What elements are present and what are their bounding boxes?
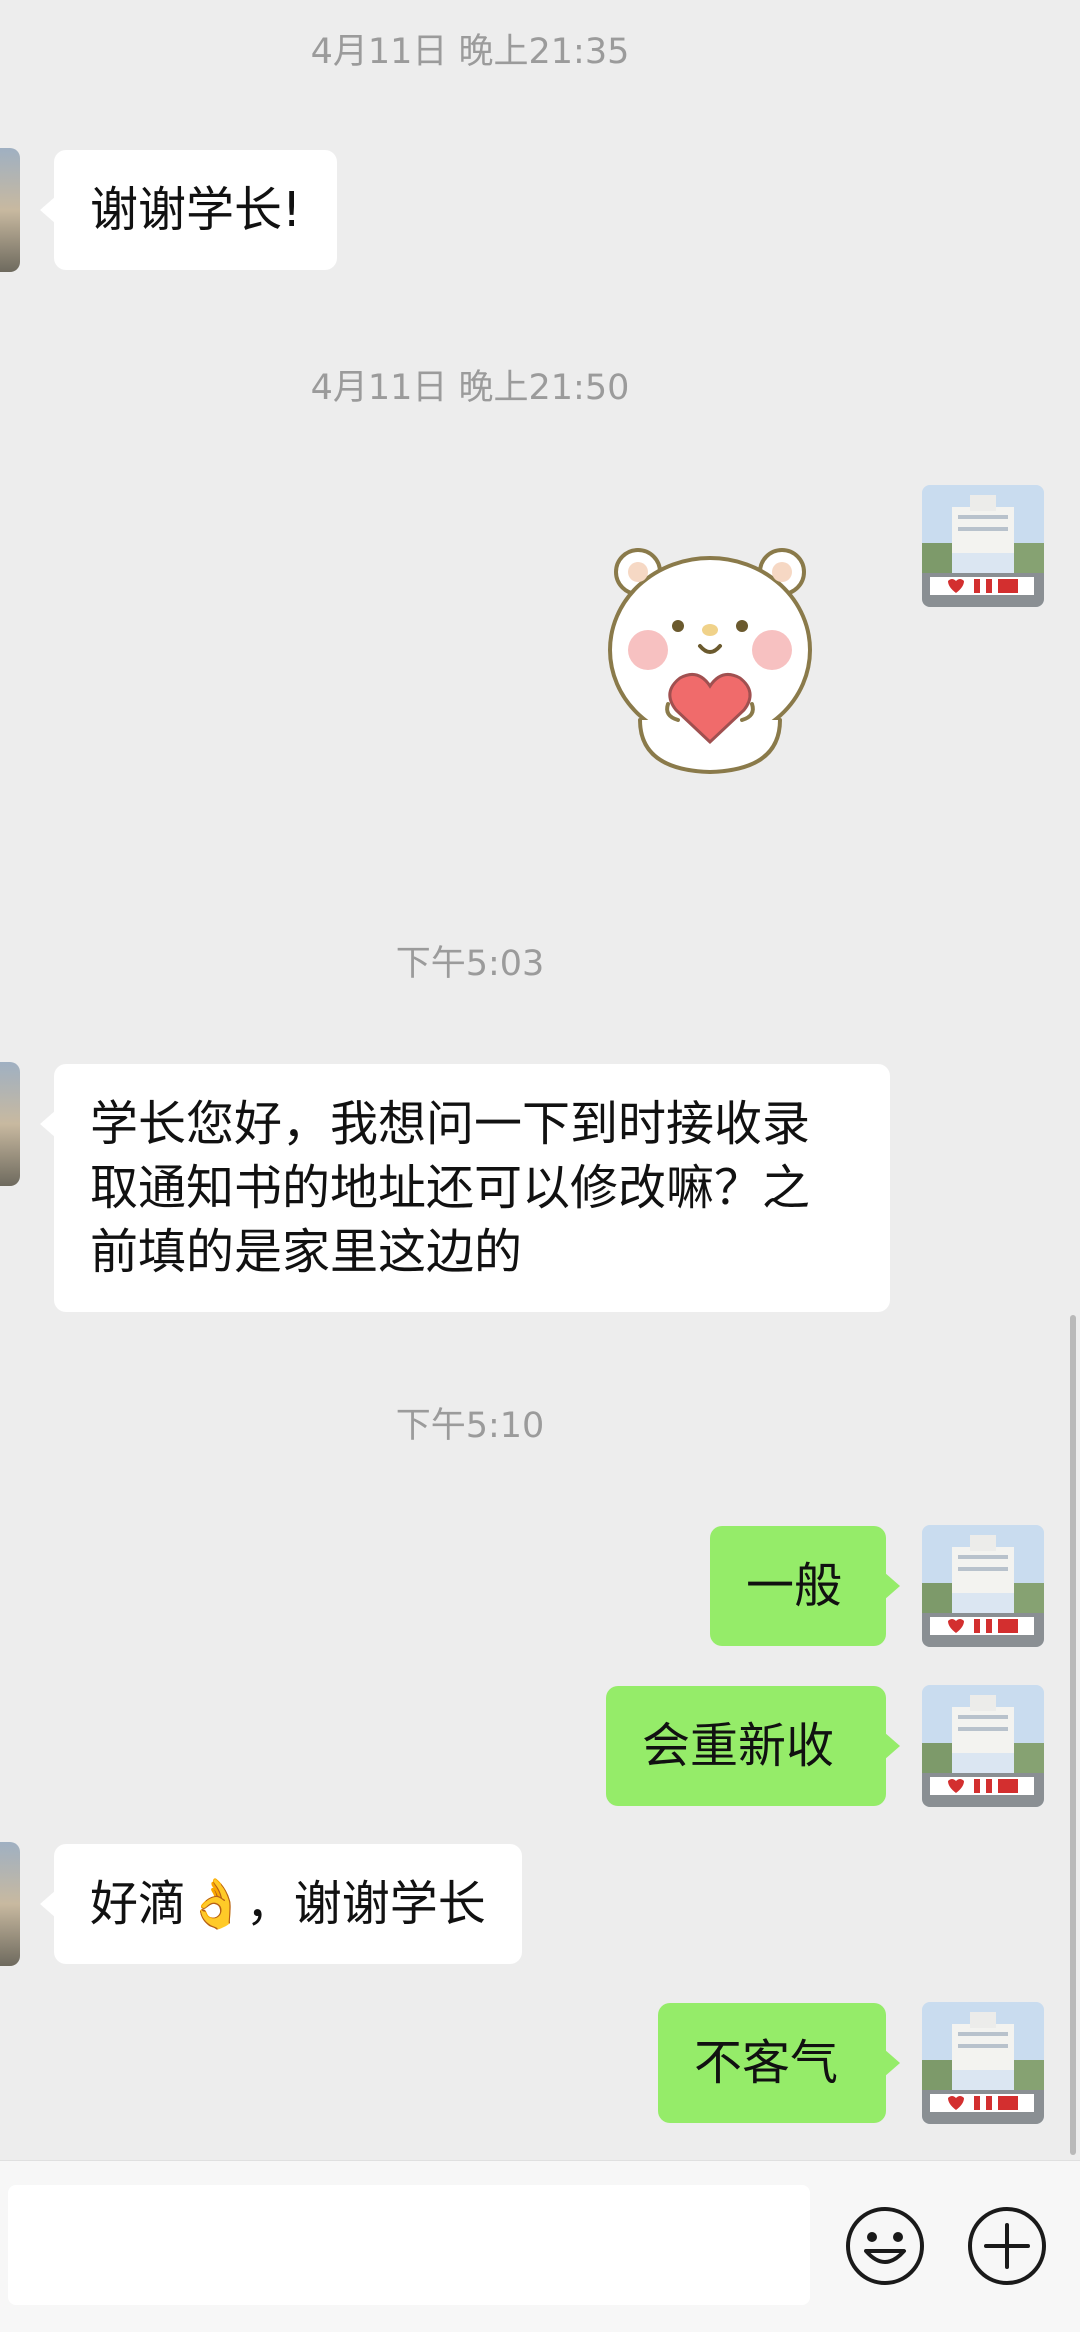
emoji-button[interactable]: [844, 2205, 926, 2287]
message-text-tail: ，谢谢学长: [245, 1876, 486, 1932]
building-photo-icon: [922, 1525, 1044, 1647]
incoming-message[interactable]: 好滴👌，谢谢学长: [40, 1844, 522, 1964]
input-bar: [0, 2160, 1080, 2332]
contact-avatar[interactable]: [0, 1062, 20, 1186]
timestamp: 下午5:03: [395, 944, 545, 984]
my-avatar[interactable]: [922, 2002, 1044, 2124]
building-photo-icon: [922, 1685, 1044, 1807]
timestamp: 4月11日 晚上21:50: [310, 368, 630, 408]
sticker-message[interactable]: [600, 530, 820, 780]
ok-hand-emoji: 👌: [186, 1876, 246, 1932]
contact-avatar[interactable]: [0, 1842, 20, 1966]
my-avatar[interactable]: [922, 485, 1044, 607]
message-list[interactable]: 4月11日 晚上21:35 谢谢学长! 4月11日 晚上21:50 下午5:03…: [0, 0, 1080, 2160]
smiley-face-icon: [846, 2207, 924, 2285]
timestamp: 4月11日 晚上21:35: [310, 32, 630, 72]
contact-avatar[interactable]: [0, 148, 20, 272]
message-text: 学长您好，我想问一下到时接收录 取通知书的地址还可以修改嘛？之 前填的是家里这边…: [90, 1096, 811, 1280]
building-photo-icon: [922, 2002, 1044, 2124]
incoming-message[interactable]: 学长您好，我想问一下到时接收录 取通知书的地址还可以修改嘛？之 前填的是家里这边…: [40, 1064, 890, 1312]
message-text: 好滴: [90, 1876, 187, 1932]
bear-heart-sticker-icon: [608, 548, 812, 775]
message-text: 一般: [746, 1558, 843, 1614]
plus-circle-icon: [968, 2207, 1046, 2285]
message-text: 谢谢学长!: [90, 182, 302, 238]
building-photo-icon: [922, 485, 1044, 607]
scrollbar[interactable]: [1070, 1315, 1076, 2155]
more-button[interactable]: [966, 2205, 1048, 2287]
outgoing-message[interactable]: 一般: [710, 1526, 900, 1646]
message-text: 会重新收: [642, 1718, 835, 1774]
outgoing-message[interactable]: 会重新收: [606, 1686, 900, 1806]
outgoing-message[interactable]: 不客气: [658, 2003, 900, 2123]
message-input[interactable]: [8, 2185, 810, 2305]
my-avatar[interactable]: [922, 1525, 1044, 1647]
my-avatar[interactable]: [922, 1685, 1044, 1807]
message-text: 不客气: [694, 2035, 839, 2091]
timestamp: 下午5:10: [395, 1406, 545, 1446]
chat-screen: 4月11日 晚上21:35 谢谢学长! 4月11日 晚上21:50 下午5:03…: [0, 0, 1080, 2332]
incoming-message[interactable]: 谢谢学长!: [39, 150, 338, 270]
